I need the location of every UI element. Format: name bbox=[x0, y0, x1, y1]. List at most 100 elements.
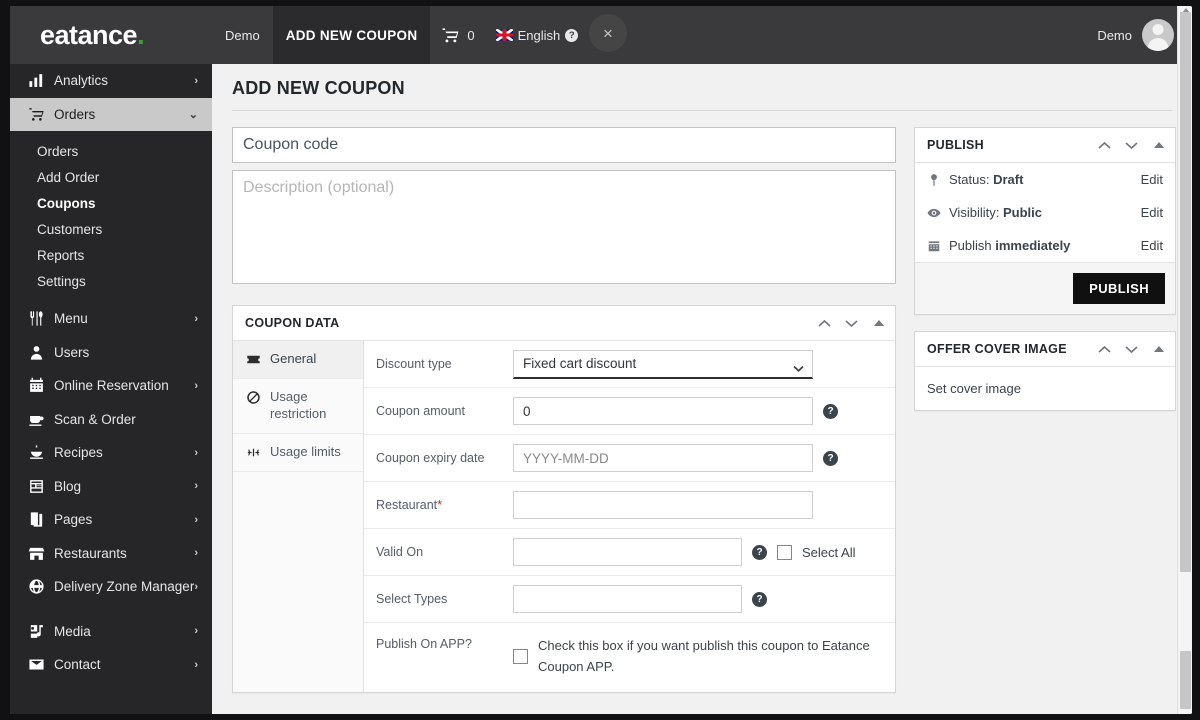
ticket-icon bbox=[246, 351, 262, 368]
side-column: PUBLISH Status: Draft Edit Visibility: P… bbox=[914, 127, 1176, 693]
help-icon[interactable]: ? bbox=[752, 544, 767, 560]
collapse-toggle-icon[interactable] bbox=[1152, 343, 1165, 356]
sidebar-item-users[interactable]: Users bbox=[10, 336, 212, 370]
uk-flag-icon bbox=[495, 29, 513, 41]
tab-usage-limits[interactable]: Usage limits bbox=[233, 434, 363, 472]
sidebar-item-label: Media bbox=[54, 623, 91, 639]
limits-icon bbox=[246, 444, 262, 461]
field-row-valid-on: Valid On ? Select All bbox=[364, 529, 895, 576]
coupon-expiry-label: Coupon expiry date bbox=[376, 451, 485, 465]
calendar-icon bbox=[28, 377, 54, 394]
select-types-input[interactable] bbox=[513, 585, 742, 613]
discount-type-select[interactable]: Fixed cart discount bbox=[513, 349, 813, 379]
sidebar-item-contact[interactable]: Contact › bbox=[10, 648, 212, 682]
collapse-toggle-icon[interactable] bbox=[1152, 139, 1165, 152]
move-up-icon[interactable] bbox=[1098, 139, 1111, 152]
move-up-icon[interactable] bbox=[1098, 343, 1111, 356]
publish-on-app-control: Check this box if you want publish this … bbox=[513, 635, 895, 678]
discount-type-control: Fixed cart discount bbox=[513, 349, 895, 379]
chevron-right-icon: › bbox=[194, 658, 198, 671]
sidebar-item-restaurants[interactable]: Restaurants › bbox=[10, 537, 212, 571]
chevron-right-icon: › bbox=[194, 547, 198, 560]
sidebar-subitem-reports[interactable]: Reports bbox=[10, 242, 212, 268]
visibility-edit-link[interactable]: Edit bbox=[1141, 205, 1163, 220]
move-down-icon[interactable] bbox=[1125, 343, 1138, 356]
ban-icon bbox=[246, 389, 262, 423]
help-icon[interactable]: ? bbox=[565, 28, 579, 42]
chevron-right-icon: › bbox=[194, 513, 198, 526]
tab-general[interactable]: General bbox=[233, 341, 363, 379]
scrollbar-thumb-secondary[interactable] bbox=[1180, 651, 1191, 709]
sidebar-item-orders[interactable]: Orders ⌄ bbox=[10, 97, 212, 131]
sidebar-subitem-orders[interactable]: Orders bbox=[10, 138, 212, 164]
coupon-code-input[interactable] bbox=[232, 127, 896, 163]
collapse-toggle-icon[interactable] bbox=[872, 317, 885, 330]
move-down-icon[interactable] bbox=[845, 317, 858, 330]
sidebar-item-online-reservation[interactable]: Online Reservation › bbox=[10, 369, 212, 403]
description-textarea[interactable] bbox=[232, 170, 896, 284]
scrollbar-thumb[interactable] bbox=[1180, 12, 1191, 572]
publish-panel-header: PUBLISH bbox=[915, 128, 1175, 163]
help-icon[interactable]: ? bbox=[823, 450, 838, 466]
publish-on-app-checkbox[interactable] bbox=[513, 648, 528, 664]
brand-name: eatance bbox=[40, 19, 138, 50]
set-cover-image-link[interactable]: Set cover image bbox=[927, 381, 1021, 396]
sidebar-item-pages[interactable]: Pages › bbox=[10, 503, 212, 537]
globe-icon bbox=[28, 578, 54, 595]
cart-button[interactable]: 0 bbox=[430, 6, 485, 64]
sidebar-item-label: Menu bbox=[54, 311, 88, 327]
close-icon[interactable]: × bbox=[589, 14, 627, 52]
select-all-checkbox[interactable] bbox=[777, 544, 792, 560]
cover-panel-header: OFFER COVER IMAGE bbox=[915, 332, 1175, 367]
select-types-control: ? bbox=[513, 585, 895, 613]
screen-root: eatance. Demo ADD NEW COUPON 0 English ? bbox=[0, 0, 1200, 720]
coupon-amount-label: Coupon amount bbox=[376, 404, 465, 418]
schedule-edit-link[interactable]: Edit bbox=[1141, 238, 1163, 253]
help-icon[interactable]: ? bbox=[823, 403, 838, 419]
vertical-scrollbar[interactable] bbox=[1177, 6, 1192, 714]
restaurant-input[interactable] bbox=[513, 491, 813, 519]
sidebar-subitem-coupons[interactable]: Coupons bbox=[10, 190, 212, 216]
tab-usage-restriction[interactable]: Usage restriction bbox=[233, 379, 363, 434]
eye-icon bbox=[927, 206, 949, 220]
sidebar-subitem-add-order[interactable]: Add Order bbox=[10, 164, 212, 190]
coupon-data-panel-title: COUPON DATA bbox=[245, 316, 340, 330]
sidebar-subitem-settings[interactable]: Settings bbox=[10, 268, 212, 294]
sidebar-item-delivery-zone-manager[interactable]: Delivery Zone Manager › bbox=[10, 570, 212, 604]
sidebar-item-blog[interactable]: Blog › bbox=[10, 470, 212, 504]
chevron-right-icon: › bbox=[194, 379, 198, 392]
topnav-item-add-new-coupon[interactable]: ADD NEW COUPON bbox=[272, 6, 431, 64]
language-selector[interactable]: English ? bbox=[486, 6, 589, 64]
move-down-icon[interactable] bbox=[1125, 139, 1138, 152]
chevron-right-icon: › bbox=[194, 446, 198, 459]
coupon-expiry-input[interactable] bbox=[513, 444, 813, 472]
sidebar-subitem-customers[interactable]: Customers bbox=[10, 216, 212, 242]
media-icon bbox=[28, 623, 54, 640]
move-up-icon[interactable] bbox=[818, 317, 831, 330]
sidebar-item-label: Users bbox=[54, 344, 90, 360]
avatar[interactable] bbox=[1142, 19, 1174, 51]
sidebar-item-label: Pages bbox=[54, 512, 93, 528]
status-edit-link[interactable]: Edit bbox=[1141, 172, 1163, 187]
publish-panel-footer: PUBLISH bbox=[915, 262, 1175, 314]
help-icon[interactable]: ? bbox=[752, 591, 767, 607]
coupon-amount-input[interactable] bbox=[513, 397, 813, 425]
sidebar-item-analytics[interactable]: Analytics › bbox=[10, 64, 212, 98]
publish-button[interactable]: PUBLISH bbox=[1073, 273, 1165, 304]
brand-logo[interactable]: eatance. bbox=[10, 6, 212, 64]
sidebar-item-scan-and-order[interactable]: Scan & Order bbox=[10, 403, 212, 437]
publish-panel: PUBLISH Status: Draft Edit Visibility: P… bbox=[914, 127, 1176, 315]
main-content: ADD NEW COUPON COUPON DATA bbox=[212, 64, 1192, 714]
recipe-icon bbox=[28, 444, 54, 461]
sidebar-item-menu[interactable]: Menu › bbox=[10, 302, 212, 336]
sidebar-item-media[interactable]: Media › bbox=[10, 615, 212, 649]
sidebar-submenu-orders: Orders Add Order Coupons Customers Repor… bbox=[10, 131, 212, 302]
sidebar-item-label: Blog bbox=[54, 478, 82, 494]
select-types-label: Select Types bbox=[376, 592, 448, 606]
publish-label: Publish bbox=[949, 238, 992, 253]
topnav-item-demo[interactable]: Demo bbox=[212, 6, 273, 64]
valid-on-input[interactable] bbox=[513, 538, 742, 566]
valid-on-label: Valid On bbox=[376, 545, 424, 559]
cutlery-icon bbox=[28, 310, 54, 327]
sidebar-item-recipes[interactable]: Recipes › bbox=[10, 436, 212, 470]
